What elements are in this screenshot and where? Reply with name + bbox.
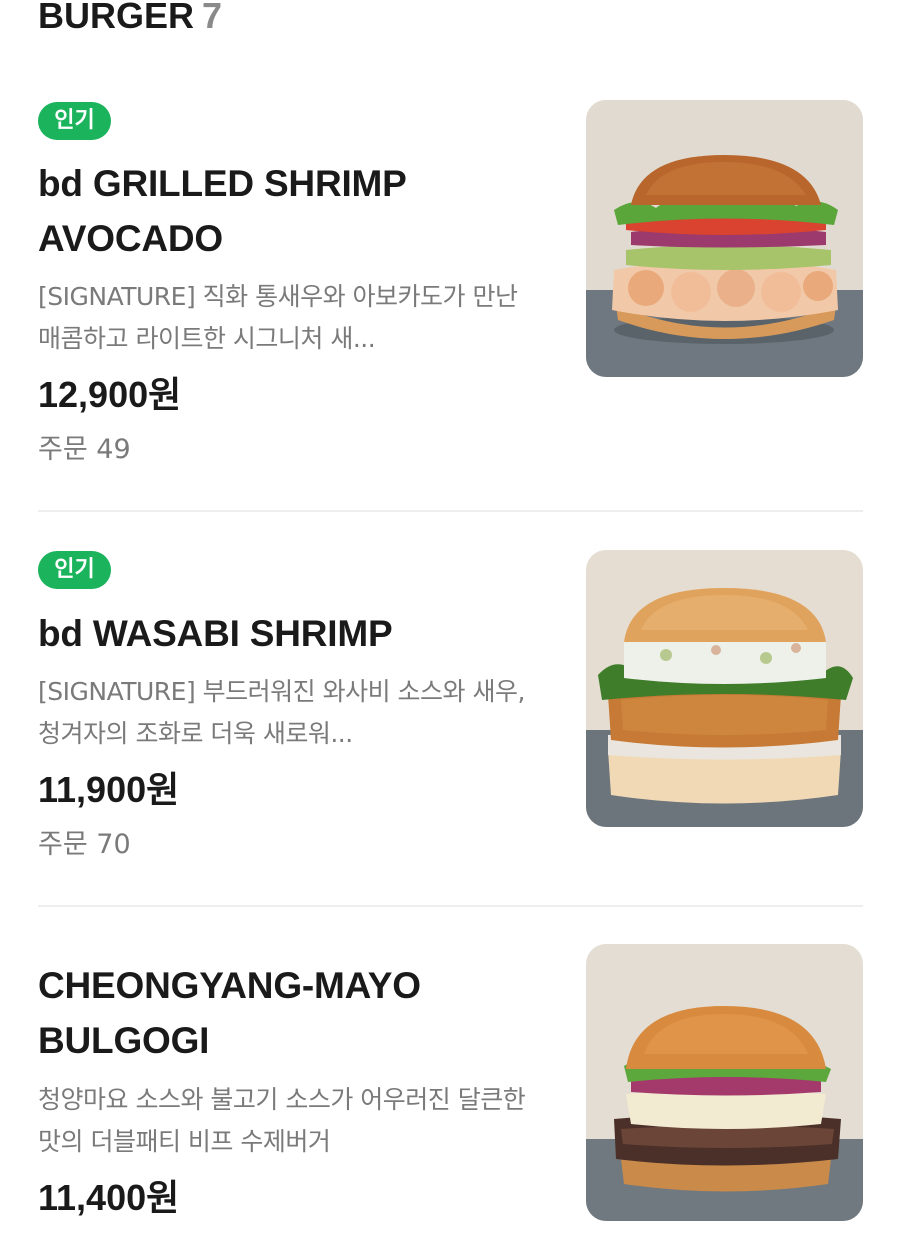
menu-item-cheongyang-mayo-bulgogi[interactable]: CHEONGYANG-MAYO BULGOGI 청양마요 소스와 불고기 소스가… (0, 906, 900, 1235)
menu-item-photo[interactable] (586, 550, 863, 827)
menu-item-photo[interactable] (586, 100, 863, 377)
menu-item-description: [SIGNATURE] 직화 통새우와 아보카도가 만난 매콤하고 라이트한 시… (38, 282, 518, 353)
menu-item-price: 11,900원 (38, 769, 180, 810)
grilled-shrimp-burger-image (586, 100, 863, 377)
menu-item-order-count: 주문 49 (38, 434, 131, 465)
menu-item-price: 12,900원 (38, 374, 182, 415)
menu-item-price: 11,400원 (38, 1177, 180, 1218)
menu-item-order-count: 주문 70 (38, 829, 131, 860)
cheongyang-mayo-bulgogi-burger-image (586, 944, 863, 1221)
popular-badge: 인기 (38, 102, 111, 140)
menu-item-description: [SIGNATURE] 부드러워진 와사비 소스와 새우, 청겨자의 조화로 더… (38, 677, 525, 748)
menu-item-photo[interactable] (586, 944, 863, 1221)
menu-item-name: bd GRILLED SHRIMP AVOCADO (38, 163, 406, 259)
popular-badge: 인기 (38, 551, 111, 589)
menu-item-name: bd WASABI SHRIMP (38, 613, 393, 654)
wasabi-shrimp-burger-image (586, 550, 863, 827)
menu-item-wasabi-shrimp[interactable]: 인기 bd WASABI SHRIMP [SIGNATURE] 부드러워진 와사… (0, 512, 900, 906)
menu-item-grilled-shrimp-avocado[interactable]: 인기 bd GRILLED SHRIMP AVOCADO [SIGNATURE]… (0, 0, 900, 512)
menu-item-description: 청양마요 소스와 불고기 소스가 어우러진 달큰한 맛의 더블패티 비프 수제버… (38, 1085, 526, 1156)
menu-item-name: CHEONGYANG-MAYO BULGOGI (38, 965, 421, 1061)
